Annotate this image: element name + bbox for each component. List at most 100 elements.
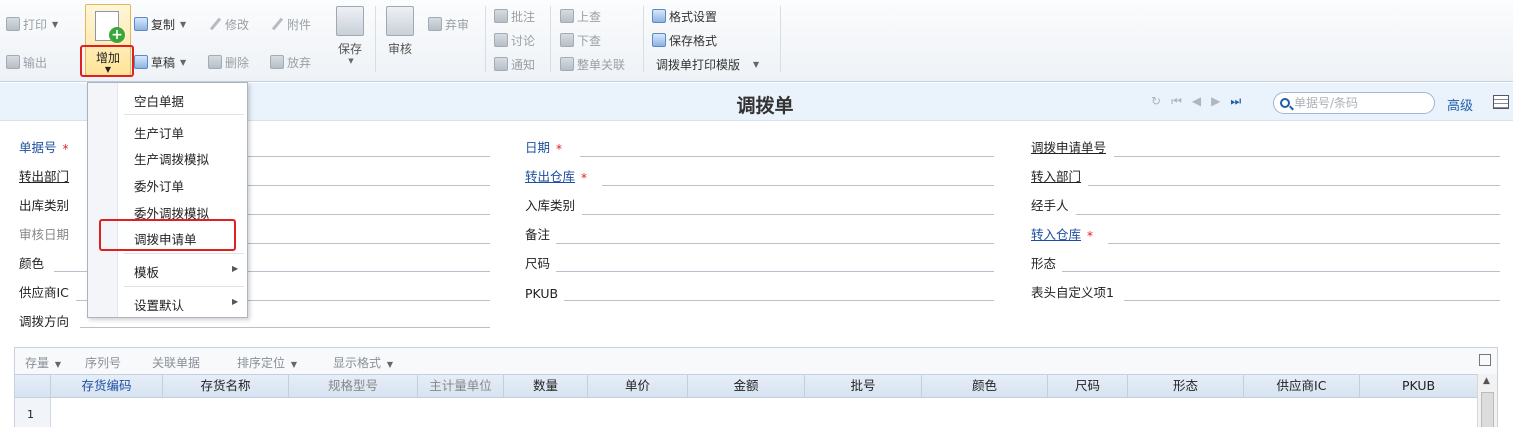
field-audit-date: 审核日期 — [19, 227, 70, 242]
col-quantity[interactable]: 数量 — [504, 375, 588, 397]
scroll-thumb[interactable] — [1481, 392, 1494, 427]
date-input[interactable] — [580, 156, 994, 157]
col-color[interactable]: 颜色 — [922, 375, 1048, 397]
layout-icon[interactable] — [1493, 95, 1509, 109]
menu-item-template[interactable]: 模板 ▶ — [134, 262, 238, 281]
in-dept-input[interactable] — [1088, 185, 1500, 186]
separator — [643, 6, 644, 72]
notify-button[interactable]: 通知 — [494, 55, 535, 73]
pkub-input[interactable] — [564, 300, 994, 301]
in-warehouse-input[interactable] — [1108, 243, 1500, 244]
discard-audit-icon — [428, 17, 442, 31]
discuss-icon — [494, 33, 508, 47]
serial-button[interactable]: 序列号 — [85, 354, 121, 371]
col-inventory-code[interactable]: 存货编码 — [51, 375, 163, 397]
attachment-button[interactable]: 附件 — [270, 15, 311, 33]
size-input[interactable] — [556, 271, 994, 272]
record-navigation: ↻ ⏮ ◀ ▶ ⏭ — [1151, 94, 1241, 109]
supplier-ic-input-tail[interactable] — [248, 300, 490, 301]
color-input-tail[interactable] — [248, 271, 490, 272]
discuss-button[interactable]: 讨论 — [494, 31, 535, 49]
draft-button[interactable]: 草稿 ▼ — [134, 53, 186, 71]
print-template-select[interactable]: 调拨单打印模版 ▼ — [656, 55, 759, 73]
copy-button[interactable]: 复制 ▼ — [134, 15, 186, 33]
request-no-input[interactable] — [1114, 156, 1500, 157]
whole-link-button[interactable]: 整单关联 — [560, 55, 625, 73]
next-record-icon[interactable]: ▶ — [1211, 94, 1220, 109]
save-button[interactable]: 保存 ▼ — [336, 6, 364, 65]
col-shape[interactable]: 形态 — [1128, 375, 1244, 397]
col-inventory-name[interactable]: 存货名称 — [163, 375, 289, 397]
chevron-right-icon: ▶ — [232, 297, 239, 306]
col-pkub[interactable]: PKUB — [1360, 375, 1477, 397]
copy-icon — [134, 17, 148, 31]
refresh-icon[interactable]: ↻ — [1151, 94, 1161, 109]
lookup-down-button[interactable]: 下查 — [560, 31, 601, 49]
header-custom1-input[interactable] — [1124, 300, 1500, 301]
save-format-icon — [652, 33, 666, 47]
save-format-button[interactable]: 保存格式 — [652, 31, 717, 49]
out-dept-input[interactable] — [248, 185, 490, 186]
menu-item-set-default[interactable]: 设置默认 ▶ — [134, 295, 238, 314]
prev-record-icon[interactable]: ◀ — [1192, 94, 1201, 109]
search-box[interactable] — [1273, 92, 1435, 114]
export-icon — [6, 55, 20, 69]
handler-input[interactable] — [1076, 214, 1500, 215]
abandon-icon — [270, 55, 284, 69]
menu-item-production-transfer-sim[interactable]: 生产调拨模拟 — [134, 149, 209, 168]
separator — [375, 6, 376, 72]
col-unit-price[interactable]: 单价 — [588, 375, 688, 397]
first-record-icon[interactable]: ⏮ — [1171, 94, 1182, 109]
page-title: 调拨单 — [736, 95, 794, 117]
abandon-button[interactable]: 放弃 — [270, 53, 311, 71]
modify-button[interactable]: 修改 — [208, 15, 249, 33]
remark-input[interactable] — [556, 243, 994, 244]
doc-no-input[interactable] — [248, 156, 490, 157]
out-type-input[interactable] — [248, 214, 490, 215]
out-warehouse-input[interactable] — [602, 185, 994, 186]
draft-icon — [134, 55, 148, 69]
format-settings-button[interactable]: 格式设置 — [652, 7, 717, 25]
lookup-up-button[interactable]: 上查 — [560, 7, 601, 25]
detail-grid: 存量 ▼ 序列号 关联单据 排序定位 ▼ 显示格式 ▼ 存货编码 存货名称 规格… — [14, 347, 1498, 427]
menu-item-production-order[interactable]: 生产订单 — [134, 123, 184, 142]
discard-audit-button[interactable]: 弃审 — [428, 15, 469, 33]
sort-locate-button[interactable]: 排序定位 ▼ — [237, 354, 297, 371]
advanced-search-link[interactable]: 高级 — [1447, 95, 1473, 114]
audit-button[interactable]: 审核 — [386, 6, 414, 57]
col-batch-no[interactable]: 批号 — [805, 375, 922, 397]
menu-item-outsource-order[interactable]: 委外订单 — [134, 176, 184, 195]
field-out-warehouse: 转出仓库 * — [525, 169, 588, 185]
col-amount[interactable]: 金额 — [688, 375, 805, 397]
supplier-ic-input[interactable] — [76, 300, 87, 301]
col-main-unit[interactable]: 主计量单位 — [418, 375, 504, 397]
col-supplier-ic[interactable]: 供应商IC — [1244, 375, 1360, 397]
field-in-warehouse: 转入仓库 * — [1031, 227, 1094, 243]
chevron-right-icon: ▶ — [232, 264, 239, 273]
stock-button[interactable]: 存量 ▼ — [25, 354, 61, 371]
last-record-icon[interactable]: ⏭ — [1230, 94, 1241, 109]
color-input[interactable] — [54, 271, 87, 272]
transfer-direction-input[interactable] — [80, 327, 490, 328]
search-input[interactable] — [1294, 96, 1424, 110]
shape-input[interactable] — [1062, 271, 1500, 272]
highlight-transfer-request — [99, 219, 236, 251]
link-icon — [560, 57, 574, 71]
col-spec[interactable]: 规格型号 — [289, 375, 418, 397]
related-docs-button[interactable]: 关联单据 — [152, 354, 200, 371]
in-type-input[interactable] — [582, 214, 994, 215]
vertical-scrollbar[interactable]: ▲ — [1477, 374, 1497, 427]
export-button[interactable]: 输出 — [6, 53, 47, 71]
expand-icon[interactable] — [1479, 354, 1491, 366]
add-dropdown-menu: 空白单据 生产订单 生产调拨模拟 委外订单 委外调拨模拟 调拨申请单 模板 ▶ 设… — [87, 82, 248, 318]
menu-item-blank[interactable]: 空白单据 — [134, 91, 184, 110]
scroll-up-icon[interactable]: ▲ — [1483, 376, 1490, 386]
print-button[interactable]: 打印 ▼ — [6, 15, 58, 33]
display-format-button[interactable]: 显示格式 ▼ — [333, 354, 393, 371]
audit-icon — [386, 6, 414, 36]
annotate-button[interactable]: 批注 — [494, 7, 535, 25]
col-size[interactable]: 尺码 — [1048, 375, 1128, 397]
printer-icon — [6, 17, 20, 31]
table-row[interactable]: 1 — [15, 398, 1477, 427]
delete-button[interactable]: 删除 — [208, 53, 249, 71]
